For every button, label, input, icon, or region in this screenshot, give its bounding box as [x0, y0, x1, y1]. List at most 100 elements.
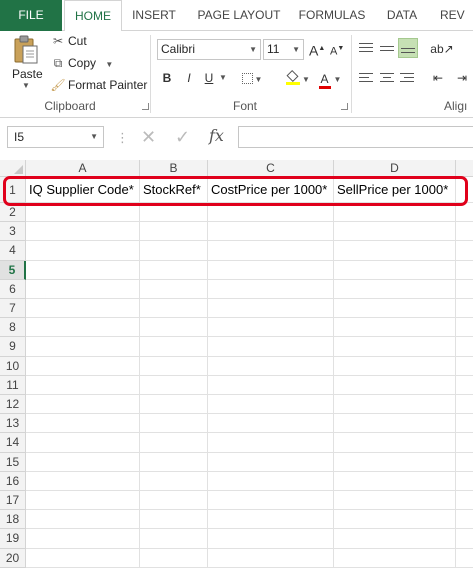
row-header-1[interactable]: 1 [0, 177, 26, 203]
cell-d16[interactable] [334, 471, 456, 491]
cell-c17[interactable] [208, 491, 334, 511]
cell-c18[interactable] [208, 510, 334, 530]
tab-data[interactable]: DATA [380, 0, 424, 31]
cell-b16[interactable] [140, 471, 208, 491]
cell-a7[interactable] [26, 299, 140, 319]
cell-a16[interactable] [26, 471, 140, 491]
cell-b13[interactable] [140, 414, 208, 434]
row-header-13[interactable]: 13 [0, 414, 26, 434]
cell-c5[interactable] [208, 260, 334, 280]
cell-d4[interactable] [334, 241, 456, 261]
column-header-b[interactable]: B [140, 160, 208, 177]
orientation-button[interactable]: ab↗ [428, 39, 456, 59]
cell-b3[interactable] [140, 222, 208, 242]
row-header-17[interactable]: 17 [0, 491, 26, 511]
cell-b2[interactable] [140, 203, 208, 223]
cell-d9[interactable] [334, 337, 456, 357]
cell-e7[interactable] [456, 299, 473, 319]
row-header-14[interactable]: 14 [0, 433, 26, 453]
cell-b6[interactable] [140, 279, 208, 299]
cell-d6[interactable] [334, 279, 456, 299]
cell-e5[interactable] [456, 261, 473, 280]
chevron-down-icon[interactable]: ▼ [218, 68, 228, 88]
italic-button[interactable]: I [182, 68, 196, 88]
cell-d8[interactable] [334, 318, 456, 338]
cell-d2[interactable] [334, 203, 456, 223]
row-header-10[interactable]: 10 [0, 356, 26, 376]
cell-c13[interactable] [208, 414, 334, 434]
column-header-e[interactable] [456, 160, 473, 177]
row-header-3[interactable]: 3 [0, 222, 26, 242]
font-launcher-icon[interactable] [341, 103, 348, 110]
increase-font-size-button[interactable]: A▲ [309, 39, 325, 59]
format-painter-button[interactable]: 🖌 Format Painter [50, 76, 147, 94]
chevron-down-icon[interactable]: ▼ [22, 81, 30, 90]
cell-a9[interactable] [26, 337, 140, 357]
cell-b8[interactable] [140, 318, 208, 338]
cell-e1[interactable] [456, 177, 473, 203]
cell-c3[interactable] [208, 222, 334, 242]
cell-e13[interactable] [456, 414, 473, 434]
cell-c12[interactable] [208, 395, 334, 415]
tab-file[interactable]: FILE [0, 0, 62, 31]
cell-c19[interactable] [208, 529, 334, 549]
cell-e10[interactable] [456, 357, 473, 376]
row-header-20[interactable]: 20 [0, 548, 26, 568]
name-box[interactable]: I5 ▼ [7, 126, 104, 148]
decrease-font-size-button[interactable]: A▼ [330, 39, 344, 59]
cell-e2[interactable] [456, 203, 473, 223]
cell-a4[interactable] [26, 241, 140, 261]
tab-insert[interactable]: INSERT [128, 0, 180, 31]
cell-c4[interactable] [208, 241, 334, 261]
row-header-18[interactable]: 18 [0, 510, 26, 530]
cell-d19[interactable] [334, 529, 456, 549]
cell-d3[interactable] [334, 222, 456, 242]
row-header-11[interactable]: 11 [0, 375, 26, 395]
cell-d13[interactable] [334, 414, 456, 434]
cell-c14[interactable] [208, 433, 334, 453]
cell-d12[interactable] [334, 395, 456, 415]
tab-home[interactable]: HOME [64, 0, 122, 32]
row-header-9[interactable]: 9 [0, 337, 26, 357]
cell-d20[interactable] [334, 548, 456, 568]
cell-d17[interactable] [334, 491, 456, 511]
cell-d15[interactable] [334, 452, 456, 472]
cell-b12[interactable] [140, 395, 208, 415]
decrease-indent-button[interactable]: ⇤ [428, 68, 448, 88]
cell-e8[interactable] [456, 318, 473, 338]
cell-b17[interactable] [140, 491, 208, 511]
underline-button[interactable]: U [202, 68, 216, 88]
align-left-button[interactable] [357, 70, 375, 88]
cell-c16[interactable] [208, 471, 334, 491]
cell-a3[interactable] [26, 222, 140, 242]
cell-d1[interactable]: SellPrice per 1000* [334, 177, 456, 203]
cell-e20[interactable] [456, 549, 473, 568]
cell-c11[interactable] [208, 375, 334, 395]
font-name-select[interactable]: Calibri ▼ [157, 39, 261, 60]
cell-b19[interactable] [140, 529, 208, 549]
cell-a18[interactable] [26, 510, 140, 530]
align-bottom-button[interactable] [398, 38, 418, 58]
borders-button[interactable]: ▼ [241, 68, 263, 88]
cell-b7[interactable] [140, 299, 208, 319]
cell-e9[interactable] [456, 337, 473, 357]
cell-b5[interactable] [140, 260, 208, 280]
cell-c6[interactable] [208, 279, 334, 299]
cell-e6[interactable] [456, 280, 473, 299]
font-size-select[interactable]: 11 ▼ [263, 39, 304, 60]
cell-b4[interactable] [140, 241, 208, 261]
row-header-2[interactable]: 2 [0, 203, 26, 223]
cell-a13[interactable] [26, 414, 140, 434]
bold-button[interactable]: B [160, 68, 174, 88]
cell-d18[interactable] [334, 510, 456, 530]
cell-a11[interactable] [26, 375, 140, 395]
cell-d5[interactable] [334, 260, 456, 280]
cell-a17[interactable] [26, 491, 140, 511]
align-center-button[interactable] [378, 70, 396, 88]
cell-d7[interactable] [334, 299, 456, 319]
cell-a12[interactable] [26, 395, 140, 415]
cell-b14[interactable] [140, 433, 208, 453]
cell-c10[interactable] [208, 356, 334, 376]
row-header-15[interactable]: 15 [0, 452, 26, 472]
cell-c2[interactable] [208, 203, 334, 223]
